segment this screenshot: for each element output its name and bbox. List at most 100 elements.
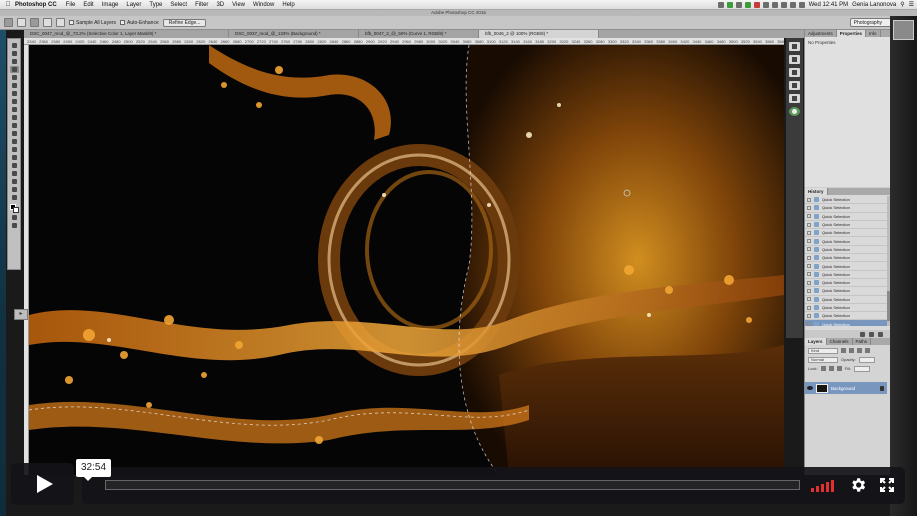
gradient-tool-icon[interactable] [10, 130, 19, 137]
workspace-select[interactable]: Photography [849, 18, 895, 27]
history-brush-source-checkbox[interactable] [807, 313, 811, 318]
sample-all-layers-checkbox[interactable] [69, 19, 74, 25]
tab-paths[interactable]: Paths [853, 338, 872, 345]
history-brush-source-checkbox[interactable] [807, 230, 811, 235]
history-state-row[interactable]: Quick Selection [805, 262, 887, 271]
subtract-selection-button[interactable] [43, 18, 52, 27]
tool-presets-icon[interactable] [789, 68, 800, 77]
tray-icon[interactable] [771, 1, 778, 8]
history-brush-source-checkbox[interactable] [807, 272, 811, 277]
crop-tool-icon[interactable] [10, 74, 19, 81]
history-brush-source-checkbox[interactable] [807, 222, 811, 227]
blend-mode-select[interactable]: Normal [808, 356, 838, 363]
zoom-tool-icon[interactable] [10, 194, 19, 201]
history-brush-source-checkbox[interactable] [807, 239, 811, 244]
history-brush-source-checkbox[interactable] [807, 280, 811, 285]
color-panel-icon[interactable] [789, 107, 800, 116]
tray-icon[interactable] [753, 1, 760, 8]
paragraph-icon[interactable] [789, 94, 800, 103]
menu-image[interactable]: Image [102, 2, 119, 8]
add-to-selection-button[interactable] [30, 18, 39, 27]
screen-mode-icon[interactable] [10, 222, 19, 229]
history-state-row[interactable]: Quick Selection [805, 229, 887, 238]
menu-3d[interactable]: 3D [216, 2, 224, 8]
blur-tool-icon[interactable] [10, 138, 19, 145]
character-icon[interactable] [789, 81, 800, 90]
tray-icon[interactable] [744, 1, 751, 8]
history-state-row[interactable]: Quick Selection [805, 304, 887, 313]
menubar-user[interactable]: Genia Lanonova [852, 2, 896, 8]
lock-position-icon[interactable] [828, 366, 834, 371]
marquee-tool-icon[interactable] [10, 50, 19, 57]
layer-row-background[interactable]: Background [805, 382, 887, 394]
lock-pixels-icon[interactable] [820, 366, 826, 371]
doc-tab-active[interactable]: bfb_0046_2 @ 100% (RGB/8) * [479, 30, 599, 38]
history-brush-source-checkbox[interactable] [807, 297, 811, 302]
auto-enhance-checkbox[interactable] [120, 19, 126, 25]
search-icon[interactable]: ⚲ [900, 1, 904, 8]
fill-field[interactable] [853, 365, 870, 372]
clone-source-icon[interactable] [789, 55, 800, 64]
history-state-row[interactable]: Quick Selection [805, 254, 887, 263]
lasso-tool-icon[interactable] [10, 58, 19, 65]
menu-layer[interactable]: Layer [126, 2, 141, 8]
history-brush-source-checkbox[interactable] [807, 264, 811, 269]
quick-mask-icon[interactable] [10, 214, 19, 221]
history-state-row[interactable]: Quick Selection [805, 246, 887, 255]
eyedropper-tool-icon[interactable] [10, 82, 19, 89]
history-state-row[interactable]: Quick Selection [805, 287, 887, 296]
wifi-icon[interactable] [780, 1, 787, 8]
healing-brush-tool-icon[interactable] [10, 90, 19, 97]
history-state-row[interactable]: Quick Selection [805, 271, 887, 279]
history-list[interactable]: Quick Selection Quick Selection Quick Sele… [805, 196, 887, 326]
history-brush-source-checkbox[interactable] [807, 305, 811, 310]
new-selection-button[interactable] [17, 18, 26, 27]
tab-properties[interactable]: Properties [836, 30, 867, 37]
tray-icon[interactable] [735, 1, 742, 8]
filter-adjustment-icon[interactable] [849, 348, 854, 353]
history-brush-source-checkbox[interactable] [807, 205, 811, 210]
shape-tool-icon[interactable] [10, 178, 19, 185]
opacity-field[interactable] [858, 356, 875, 363]
tab-history[interactable]: History [805, 188, 828, 195]
move-tool-icon[interactable] [10, 42, 19, 49]
history-brush-source-checkbox[interactable] [807, 288, 811, 293]
volume-icon[interactable] [811, 480, 834, 492]
tray-icon[interactable] [762, 1, 769, 8]
document-canvas[interactable] [29, 45, 784, 475]
doc-tab[interactable]: DSC_0037_mod_@_133% (Background) * [229, 30, 359, 38]
menu-file[interactable]: File [66, 2, 76, 8]
history-brush-source-checkbox[interactable] [807, 322, 811, 326]
layer-kind-select[interactable]: Kind [808, 347, 838, 354]
quick-selection-tool-icon[interactable] [4, 18, 13, 27]
tab-layers[interactable]: Layers [805, 338, 827, 345]
brush-size-picker[interactable] [56, 18, 65, 27]
background-color-swatch[interactable] [12, 207, 19, 213]
doc-tab[interactable]: DSC_0047_mod_@_73.2% (Selective Color 1,… [24, 30, 229, 38]
list-icon[interactable]: ☰ [909, 1, 914, 8]
history-brush-source-checkbox[interactable] [807, 197, 811, 202]
history-state-row[interactable]: Quick Selection [805, 312, 887, 321]
menu-help[interactable]: Help [282, 2, 294, 8]
tray-icon[interactable] [726, 1, 733, 8]
history-brush-source-checkbox[interactable] [807, 255, 811, 260]
sample-all-layers-option[interactable]: Sample All Layers [69, 20, 116, 26]
brush-tool-icon[interactable] [10, 98, 19, 105]
menu-window[interactable]: Window [253, 2, 274, 8]
volume-icon[interactable] [789, 1, 796, 8]
type-tool-icon[interactable] [10, 162, 19, 169]
history-state-row[interactable]: Quick Selection [805, 196, 887, 205]
history-state-row[interactable]: Quick Selection [805, 213, 887, 221]
history-state-row[interactable]: Quick Selection [805, 320, 887, 326]
clone-stamp-tool-icon[interactable] [10, 106, 19, 113]
history-brush-source-checkbox[interactable] [807, 214, 811, 219]
menubar-clock[interactable]: Wed 12:41 PM [809, 2, 849, 8]
menu-edit[interactable]: Edit [83, 2, 93, 8]
pen-tool-icon[interactable] [10, 154, 19, 161]
color-swatches[interactable] [9, 204, 19, 213]
new-document-from-state-icon[interactable] [860, 331, 865, 337]
history-state-row[interactable]: Quick Selection [805, 279, 887, 288]
progress-bar[interactable] [105, 480, 800, 490]
tray-icon[interactable] [717, 1, 724, 8]
hand-tool-icon[interactable] [10, 186, 19, 193]
